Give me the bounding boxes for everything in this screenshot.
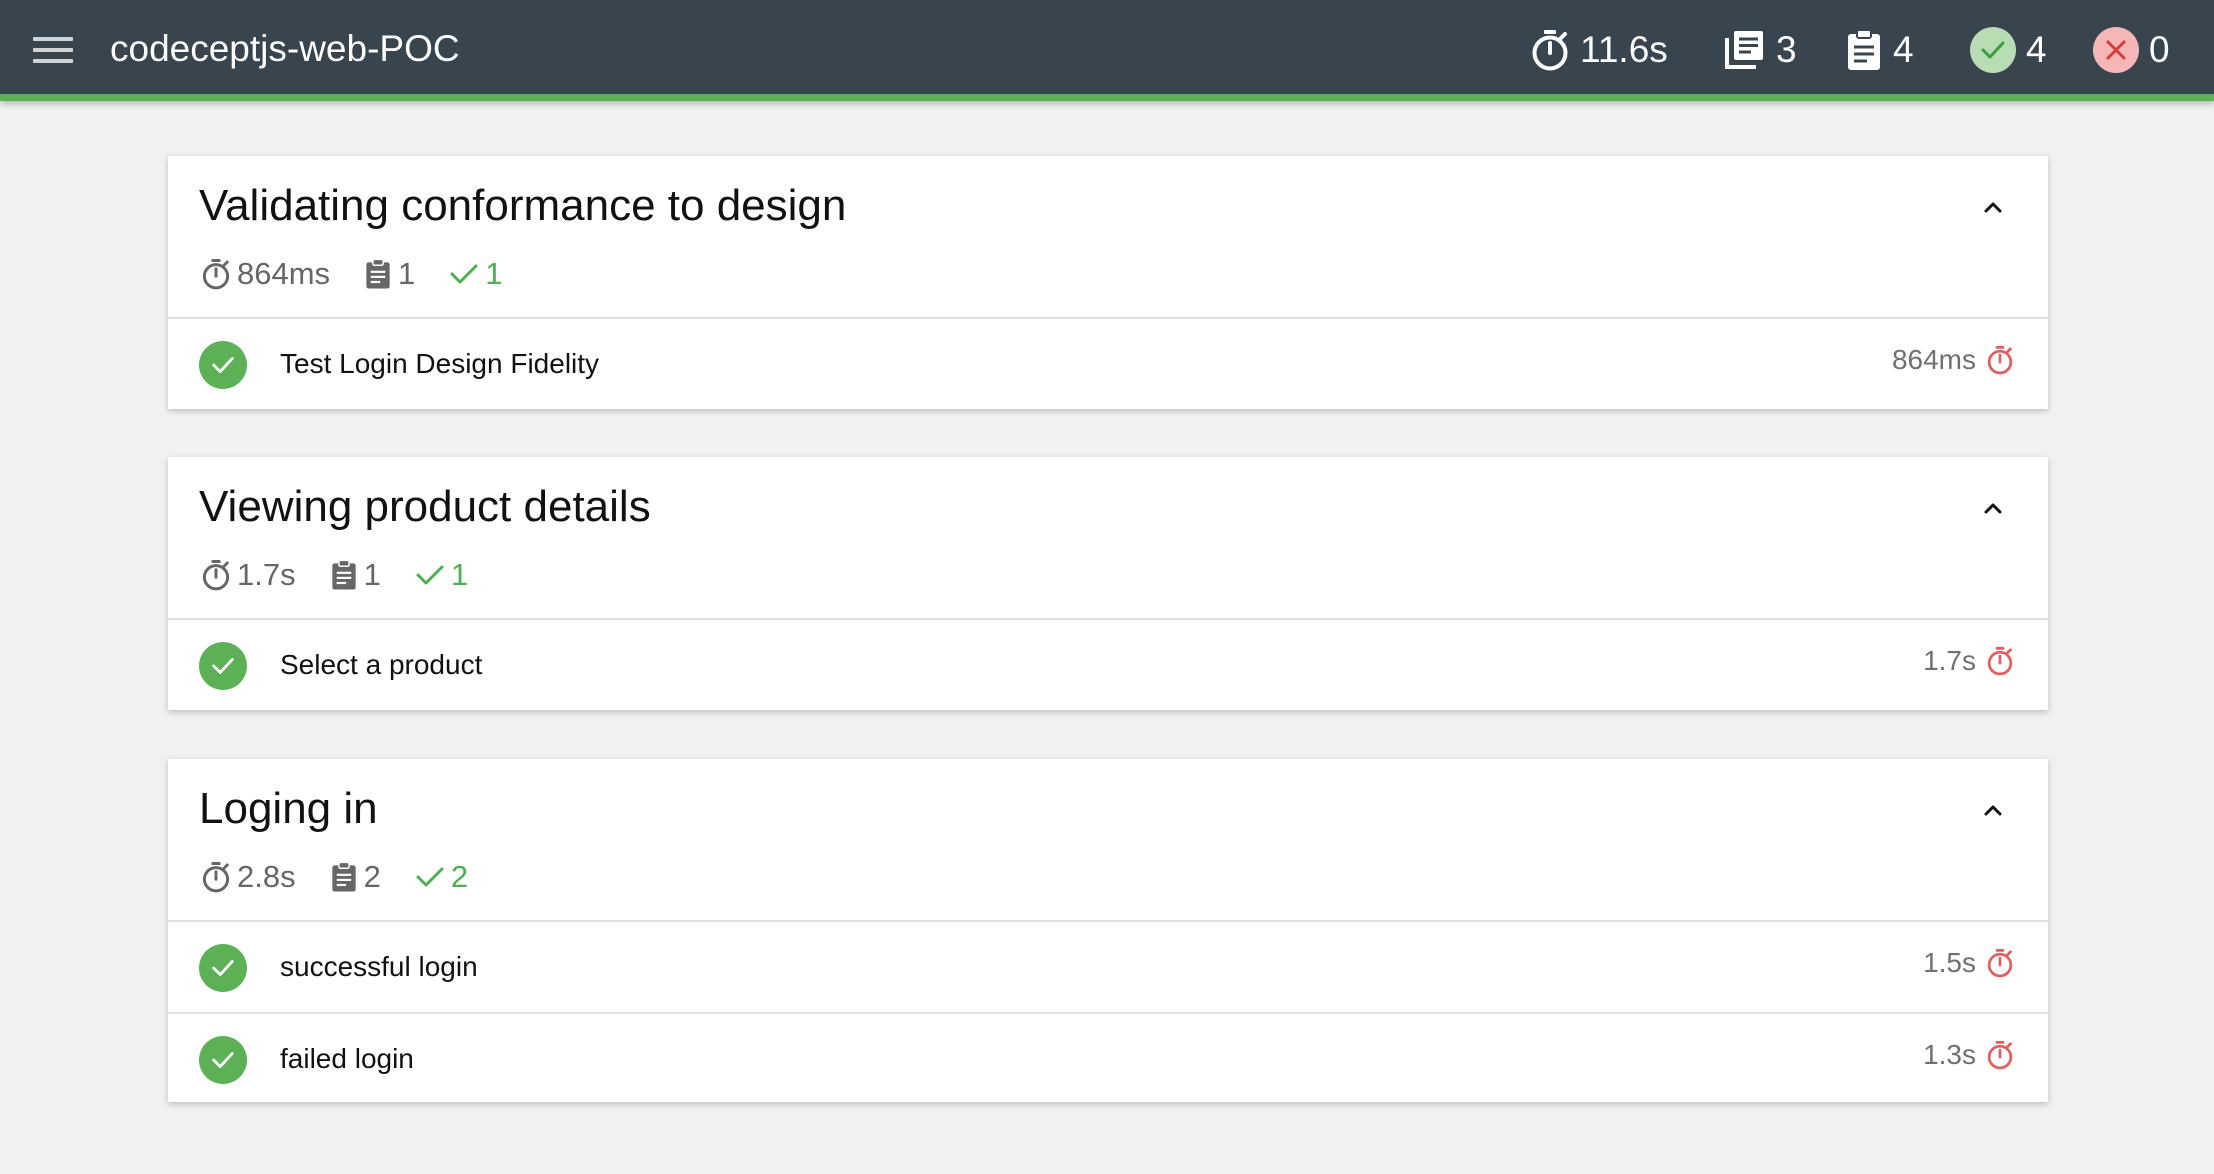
library-books-icon [1725,31,1763,69]
test-title: failed login [280,1043,414,1074]
test-duration-value: 1.3s [1923,1039,1976,1070]
tests-count-value: 4 [1893,29,1914,70]
suite-test-count-value: 1 [363,557,381,592]
suite-title: Viewing product details [199,482,651,531]
test-duration: 1.5s [1923,947,2014,979]
suite-title: Validating conformance to design [199,181,847,230]
suite-card: Viewing product details 1.7s 1 1 Select … [168,457,2048,710]
suite-card: Loging in 2.8s 2 2 successful login 1.5s [168,759,2048,1102]
chevron-up-icon[interactable] [1978,795,2008,825]
app-title: codeceptjs-web-POC [110,28,460,69]
top-app-bar: codeceptjs-web-POC 11.6s 3 4 4 0 [0,0,2214,101]
test-title: successful login [280,951,478,982]
clipboard-icon [1848,29,1880,70]
suite-stats: 1.7s 1 1 [201,555,502,595]
suite-header[interactable]: Validating conformance to design 864ms 1… [168,156,2048,319]
suite-passed-value: 1 [450,557,469,592]
timer-icon [202,862,230,893]
check-icon [416,565,444,585]
check-icon [416,867,444,887]
test-duration-value: 1.7s [1923,645,1976,676]
timer-icon [1987,1041,2013,1070]
check-circle-icon [199,642,247,690]
clipboard-icon [331,861,356,892]
check-circle-icon [199,944,247,992]
test-duration-value: 1.5s [1923,947,1976,978]
tests-count-stat: 4 [1845,24,1914,76]
suite-header[interactable]: Viewing product details 1.7s 1 1 [168,457,2048,620]
test-row[interactable]: failed login 1.3s [168,1012,2048,1102]
suite-passed-count: 1 [449,256,503,292]
suite-passed-count: 2 [415,859,468,895]
suites-count-stat: 3 [1722,24,1797,76]
failed-count-stat: 0 [2093,24,2170,76]
suite-header[interactable]: Loging in 2.8s 2 2 [168,759,2048,922]
suite-test-count: 1 [364,256,415,292]
suite-duration-value: 1.7s [237,557,296,592]
suite-duration: 1.7s [201,557,296,593]
check-circle-icon [199,341,247,389]
test-duration-value: 864ms [1891,344,1976,375]
check-icon [450,264,478,284]
check-circle-icon [1970,27,2016,73]
test-duration: 864ms [1892,344,2014,376]
suite-duration-value: 2.8s [237,859,296,894]
passed-count-stat: 4 [1970,24,2047,76]
timer-icon [1987,647,2013,676]
suite-passed-count: 1 [415,557,468,593]
suite-passed-value: 1 [485,256,503,291]
suite-duration: 864ms [201,256,330,292]
chevron-up-icon[interactable] [1978,493,2008,523]
clipboard-icon [331,559,356,590]
suite-stats: 2.8s 2 2 [201,857,502,897]
suite-test-count-value: 2 [363,859,381,894]
test-duration: 1.3s [1923,1039,2014,1071]
suite-passed-value: 2 [450,859,469,894]
check-circle-icon [199,1036,247,1084]
clipboard-icon [366,258,390,289]
test-row[interactable]: Select a product 1.7s [168,620,2048,710]
passed-count-value: 4 [2026,29,2047,70]
suite-test-count: 1 [330,557,381,593]
timer-icon [202,560,230,591]
test-row[interactable]: Test Login Design Fidelity 864ms [168,319,2048,409]
timer-icon [1987,949,2013,978]
suite-duration-value: 864ms [237,256,331,291]
suite-stats: 864ms 1 1 [201,254,537,294]
chevron-up-icon[interactable] [1978,192,2008,222]
test-title: Select a product [280,649,483,680]
suite-test-count-value: 1 [398,256,416,291]
timer-icon [202,259,230,290]
timer-icon [1987,346,2013,375]
test-duration: 1.7s [1923,645,2014,677]
test-row[interactable]: successful login 1.5s [168,922,2048,1012]
suite-duration: 2.8s [201,859,296,895]
failed-count-value: 0 [2149,29,2170,70]
total-duration-stat: 11.6s [1530,24,1668,76]
suite-title: Loging in [199,784,378,833]
timer-icon [1532,30,1568,71]
menu-icon[interactable] [33,37,73,67]
suites-count-value: 3 [1776,29,1797,70]
close-circle-icon [2093,27,2139,73]
suite-test-count: 2 [330,859,381,895]
suite-card: Validating conformance to design 864ms 1… [168,156,2048,409]
total-duration-value: 11.6s [1580,29,1668,70]
test-title: Test Login Design Fidelity [280,348,600,379]
